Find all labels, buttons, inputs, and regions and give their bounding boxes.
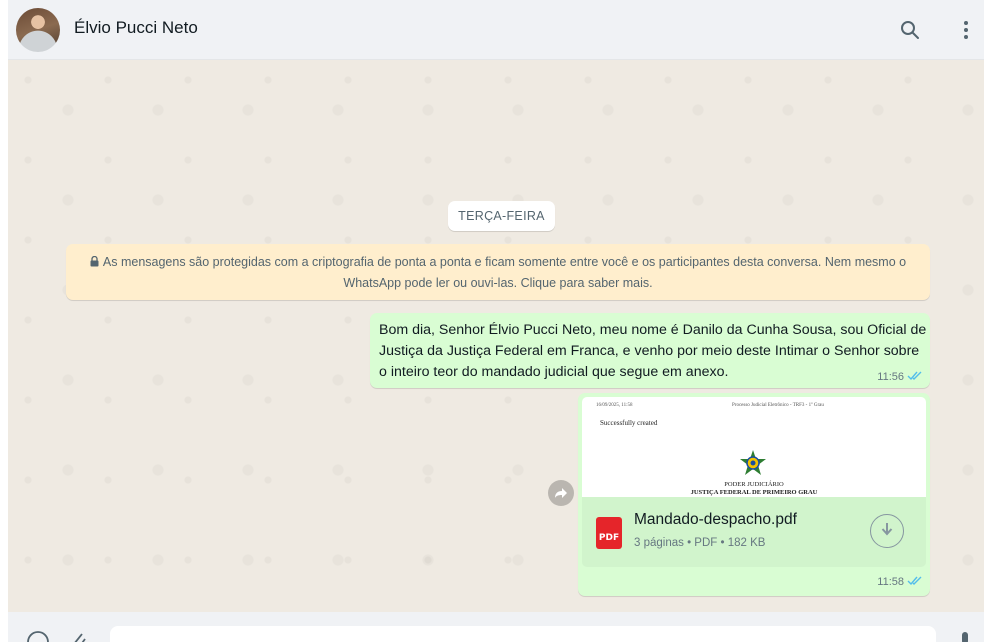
document-attachment[interactable]: PDF Mandado-despacho.pdf 3 páginas • PDF… [582, 497, 926, 567]
message-text: Bom dia, Senhor Élvio Pucci Neto, meu no… [379, 322, 927, 380]
encryption-notice[interactable]: As mensagens são protegidas com a cripto… [66, 244, 930, 300]
menu-icon[interactable] [952, 16, 980, 44]
preview-timestamp: 16/09/2025, 11:58 [596, 403, 633, 408]
message-meta: 11:56 [877, 370, 923, 384]
preview-org-line1: PODER JUDICIÁRIO [724, 481, 784, 488]
whatsapp-window: Élvio Pucci Neto TERÇA-FEIRA As mensagen… [8, 0, 984, 642]
outgoing-document-message[interactable]: 16/09/2025, 11:58 Processo Judicial Elet… [578, 393, 930, 596]
preview-status-text: Successfully created [600, 419, 658, 427]
document-preview[interactable]: 16/09/2025, 11:58 Processo Judicial Elet… [582, 397, 926, 497]
attach-icon[interactable] [68, 630, 88, 642]
preview-header-text: Processo Judicial Eletrônico - TRF3 - 1º… [732, 403, 824, 408]
message-time: 11:56 [877, 371, 904, 383]
message-time: 11:58 [877, 576, 904, 588]
preview-org-line2: JUSTIÇA FEDERAL DE PRIMEIRO GRAU [690, 489, 818, 496]
microphone-icon[interactable] [958, 630, 972, 642]
pdf-icon: PDF [596, 517, 622, 549]
message-meta: 11:58 [877, 575, 923, 589]
contact-avatar[interactable] [16, 8, 60, 52]
outgoing-message[interactable]: Bom dia, Senhor Élvio Pucci Neto, meu no… [370, 313, 930, 388]
download-button[interactable] [870, 514, 904, 548]
file-info: 3 páginas • PDF • 182 KB [634, 537, 766, 549]
chat-area: TERÇA-FEIRA As mensagens são protegidas … [8, 60, 984, 612]
download-arrow-icon [881, 522, 893, 541]
chat-header: Élvio Pucci Neto [8, 0, 984, 60]
file-name: Mandado-despacho.pdf [634, 511, 797, 528]
emoji-icon[interactable] [26, 630, 50, 642]
coat-of-arms-icon [738, 449, 768, 479]
lock-icon [90, 253, 99, 273]
search-icon[interactable] [896, 16, 924, 44]
double-check-icon [907, 370, 923, 384]
date-chip: TERÇA-FEIRA [448, 201, 555, 231]
forward-icon[interactable] [548, 480, 574, 506]
double-check-icon [907, 575, 923, 589]
contact-name[interactable]: Élvio Pucci Neto [74, 18, 198, 38]
encryption-notice-text: As mensagens são protegidas com a cripto… [102, 255, 907, 290]
message-input[interactable] [110, 626, 936, 642]
compose-bar [8, 612, 984, 642]
